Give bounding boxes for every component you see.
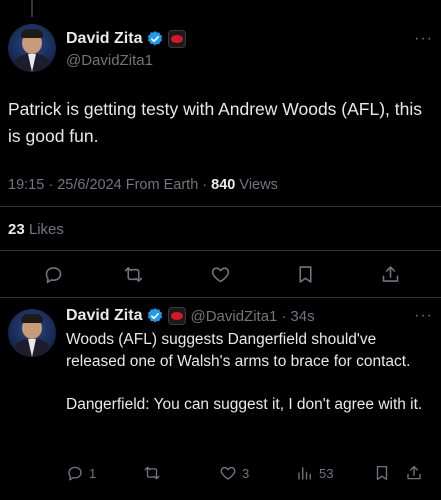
tweet-time[interactable]: 19:15 [8,177,44,193]
thread-connector-line [31,0,33,17]
reply-button[interactable] [36,257,70,291]
bookmark-icon [298,265,312,283]
reply-icon [45,266,61,283]
reply-views-button[interactable]: 53 [296,461,333,485]
author-handle[interactable]: @DavidZita1 [66,52,153,69]
like-count: 3 [242,465,250,481]
bookmark-icon [376,465,388,481]
meta-separator: · [48,177,54,193]
heart-icon [220,466,236,480]
reply-share-button[interactable] [405,461,423,485]
views-count: 840 [211,177,236,193]
affiliate-badge-icon[interactable] [168,30,187,48]
reply-action-bar: 1 3 53 [0,461,441,485]
repost-icon [124,266,142,282]
reply-count: 1 [89,465,97,481]
reply-separator: · [281,307,287,325]
views-label: Views [239,177,278,193]
reply-more-options-icon[interactable]: ··· [414,307,433,325]
affiliate-badge-icon[interactable] [168,307,187,325]
likes-label: Likes [28,221,64,238]
repost-button[interactable] [116,257,150,291]
views-chart-icon [298,467,311,480]
reply-reply-button[interactable]: 1 [66,461,96,485]
reply-author-name[interactable]: David Zita [66,307,142,325]
reply-author-row: David Zita @DavidZita1 · 34s [66,307,315,325]
avatar[interactable] [8,24,56,72]
views-count: 53 [319,465,334,481]
like-button[interactable] [203,257,237,291]
verified-badge-icon[interactable] [146,30,164,48]
more-options-icon[interactable]: ··· [414,30,433,48]
meta-separator: · [202,177,208,193]
tweet-text: Patrick is getting testy with Andrew Woo… [8,99,423,146]
tweet-date[interactable]: 25/6/2024 [57,177,122,193]
likes-summary[interactable]: 23 Likes [8,221,64,238]
share-icon [382,265,398,282]
divider [0,297,441,298]
author-name-row: David Zita [66,30,187,48]
reply-bookmark-button[interactable] [373,461,391,485]
author-name[interactable]: David Zita [66,30,142,48]
tweet-action-bar [0,257,441,291]
reply-paragraph: Woods (AFL) suggests Dangerfield should'… [66,331,411,370]
tweet-meta: 19:15 · 25/6/2024 From Earth · 840 Views [8,177,278,193]
likes-count: 23 [8,221,25,238]
tweet-source: From Earth [125,177,199,193]
share-button[interactable] [373,257,407,291]
reply-paragraph: Dangerfield: You can suggest it, I don't… [66,395,423,413]
share-icon [407,465,421,480]
reply-like-button[interactable]: 3 [219,461,249,485]
reply-time[interactable]: 34s [290,308,314,325]
reply-text: Woods (AFL) suggests Dangerfield should'… [66,329,430,415]
repost-icon [144,466,160,480]
divider [0,250,441,251]
reply-avatar[interactable] [8,309,56,357]
reply-handle[interactable]: @DavidZita1 [190,308,277,325]
reply-icon [68,466,82,481]
divider [0,206,441,207]
heart-icon [211,266,229,282]
verified-badge-icon[interactable] [146,307,164,325]
reply-repost-button[interactable] [143,461,166,485]
bookmark-button[interactable] [288,257,322,291]
